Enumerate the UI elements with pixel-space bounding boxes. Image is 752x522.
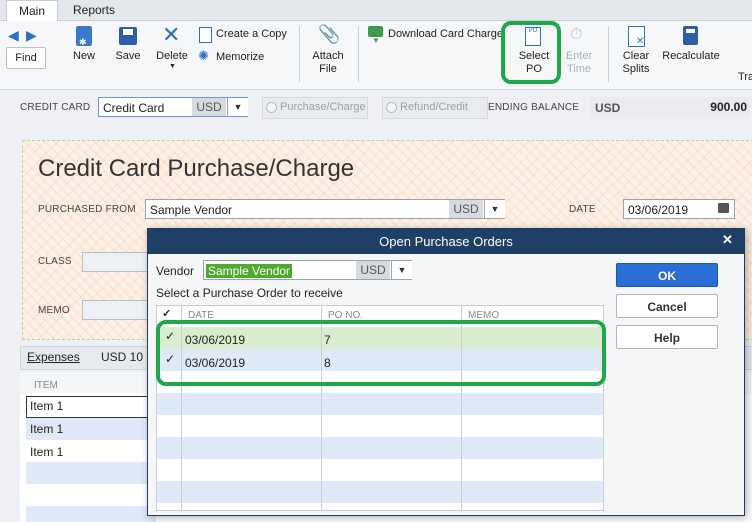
- attach-file-button[interactable]: Attach File: [306, 50, 350, 76]
- credit-card-label: CREDIT CARD: [20, 102, 91, 113]
- previous-arrow-icon[interactable]: ◀: [8, 27, 19, 44]
- tab-reports[interactable]: Reports: [64, 0, 124, 20]
- vendor-currency: USD: [356, 261, 390, 279]
- class-select[interactable]: [82, 252, 148, 272]
- paperclip-icon: 📎: [318, 24, 341, 44]
- select-po-line2: PO: [526, 63, 542, 75]
- empty-row: [157, 393, 603, 415]
- credit-card-currency: USD: [192, 98, 226, 116]
- ending-balance-label: ENDING BALANCE: [488, 102, 580, 113]
- toolbar-divider: [608, 26, 609, 82]
- download-arrow-icon: ▼: [372, 36, 380, 45]
- instruction-text: Select a Purchase Order to receive: [156, 286, 343, 300]
- truncated-toolbar-label[interactable]: Tra: [738, 71, 752, 84]
- purchased-from-value: Sample Vendor: [150, 203, 233, 217]
- item-row-3-text: Item 1: [30, 445, 64, 459]
- date-label: DATE: [569, 204, 596, 215]
- empty-row: [157, 481, 603, 503]
- calendar-icon[interactable]: [718, 203, 729, 213]
- save-button[interactable]: Save: [110, 50, 146, 63]
- purchase-charge-radio-icon: [266, 102, 277, 113]
- clear-splits-button[interactable]: Clear Splits: [614, 50, 658, 76]
- memorize-button[interactable]: Memorize: [216, 51, 264, 64]
- delete-x-icon: ✕: [162, 22, 181, 47]
- new-star-icon: ✱: [79, 37, 87, 47]
- select-po-line1: Select: [518, 50, 550, 62]
- purchase-order-icon: PO: [525, 27, 541, 46]
- toolbar-divider: [299, 26, 300, 82]
- enter-time-button[interactable]: Enter Time: [560, 50, 598, 76]
- purchased-from-chevron-down-icon[interactable]: ▼: [484, 200, 505, 218]
- vendor-label: Vendor: [156, 264, 195, 278]
- expenses-total: USD 10: [101, 350, 144, 364]
- clear-line1: Clear: [622, 50, 650, 62]
- purchased-from-label: PURCHASED FROM: [38, 204, 136, 215]
- enter-time-line1: Enter: [565, 50, 593, 62]
- select-po-button[interactable]: Select PO: [512, 50, 556, 76]
- refund-credit-label: Refund/Credit: [400, 101, 468, 113]
- delete-button[interactable]: Delete: [152, 50, 192, 63]
- item-row-6[interactable]: [26, 506, 156, 522]
- help-button[interactable]: Help: [616, 325, 718, 349]
- new-button[interactable]: New: [66, 50, 102, 63]
- clear-x-icon: ✕: [636, 36, 645, 47]
- save-disk-label-icon: [123, 29, 133, 35]
- memorize-icon: ✺: [198, 48, 209, 63]
- tab-expenses[interactable]: Expenses: [27, 350, 80, 364]
- ok-button[interactable]: OK: [616, 263, 718, 287]
- attach-line1: Attach: [312, 50, 344, 62]
- credit-card-value: Credit Card: [103, 101, 165, 115]
- item-column-header: ITEM: [34, 380, 58, 391]
- stopwatch-icon: ⏱: [570, 26, 583, 43]
- select-all-check-icon[interactable]: ✓: [162, 307, 171, 320]
- rows-highlight: [156, 320, 606, 386]
- memo-label: MEMO: [38, 305, 70, 316]
- refund-credit-radio-icon: [386, 102, 397, 113]
- tab-main[interactable]: Main: [6, 0, 58, 21]
- enter-time-line2: Time: [566, 63, 592, 75]
- close-icon[interactable]: ✕: [722, 232, 733, 248]
- create-copy-icon: [199, 27, 212, 43]
- dialog-title: Open Purchase Orders: [148, 229, 744, 254]
- open-purchase-orders-dialog: Open Purchase Orders ✕ Vendor Sample Ven…: [147, 228, 745, 516]
- item-row-2-text: Item 1: [30, 422, 64, 436]
- ending-balance-currency: USD: [595, 101, 621, 115]
- item-row-1-text: Item 1: [30, 399, 64, 413]
- create-copy-button[interactable]: Create a Copy: [216, 28, 287, 41]
- next-arrow-icon[interactable]: ▶: [26, 27, 37, 44]
- purchase-charge-label: Purchase/Charge: [280, 101, 366, 113]
- purchased-from-currency: USD: [449, 200, 483, 218]
- memo-field[interactable]: [82, 300, 148, 320]
- find-button[interactable]: Find: [6, 47, 46, 69]
- form-title: Credit Card Purchase/Charge: [38, 155, 355, 182]
- vendor-chevron-down-icon[interactable]: ▼: [391, 261, 412, 279]
- toolbar-divider: [358, 26, 359, 82]
- item-row-4[interactable]: [26, 462, 156, 484]
- date-value: 03/06/2019: [628, 203, 689, 217]
- calculator-screen-icon: [686, 29, 695, 33]
- class-label: CLASS: [38, 256, 72, 267]
- ribbon-tab-bar: Main Reports: [0, 0, 752, 21]
- cancel-button[interactable]: Cancel: [616, 294, 718, 318]
- download-card-charges-button[interactable]: Download Card Charges: [388, 28, 502, 41]
- ending-balance-value: 900.00: [710, 100, 747, 114]
- recalculate-button[interactable]: Recalculate: [660, 50, 722, 63]
- credit-card-chevron-down-icon[interactable]: ▼: [227, 98, 248, 116]
- attach-line2: File: [319, 63, 337, 75]
- delete-chevron-down-icon[interactable]: ▼: [169, 63, 176, 70]
- empty-row: [157, 437, 603, 459]
- clear-line2: Splits: [622, 63, 650, 75]
- vendor-value: Sample Vendor: [206, 264, 293, 278]
